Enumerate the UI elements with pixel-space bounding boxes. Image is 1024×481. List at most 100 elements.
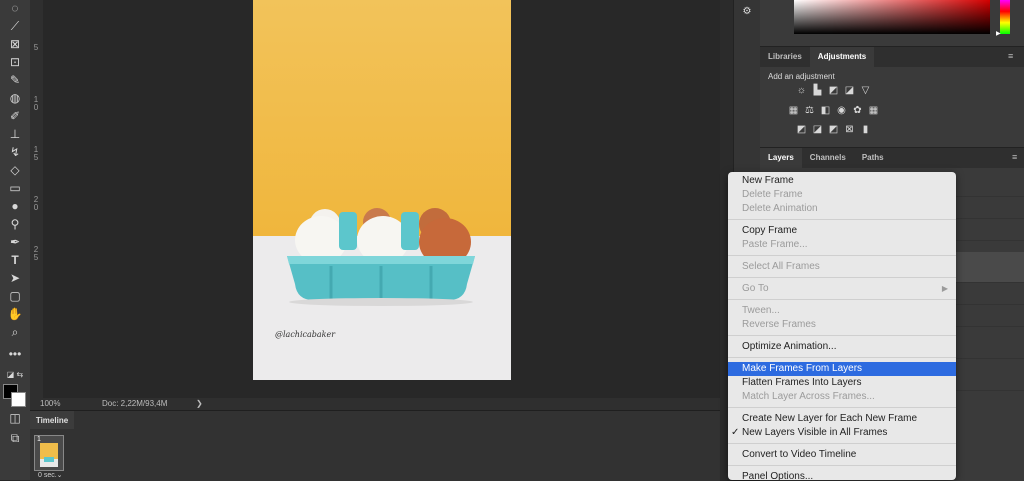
- background-color-swatch[interactable]: [11, 392, 26, 407]
- checkmark-icon: ✓: [731, 427, 740, 438]
- gradient-tool-icon[interactable]: ▭: [5, 180, 25, 196]
- clone-stamp-tool-icon[interactable]: ⊥: [5, 126, 25, 142]
- blur-tool-icon[interactable]: ●: [5, 198, 25, 214]
- invert-icon[interactable]: ◩: [796, 124, 807, 135]
- document-image[interactable]: @lachicabaker: [253, 0, 511, 380]
- menu-item-delete-animation[interactable]: Delete Animation: [728, 202, 956, 216]
- menu-item-match-layer-across-frames[interactable]: Match Layer Across Frames...: [728, 390, 956, 404]
- gradient-map-icon[interactable]: ▮: [860, 124, 871, 135]
- add-adjustment-label: Add an adjustment: [768, 72, 835, 81]
- status-menu-arrow-icon[interactable]: ❯: [196, 399, 203, 408]
- hand-tool-icon[interactable]: ✋: [5, 306, 25, 322]
- tab-adjustments[interactable]: Adjustments: [809, 47, 875, 67]
- more-tools-icon[interactable]: •••: [5, 346, 25, 362]
- threshold-icon[interactable]: ◩: [828, 124, 839, 135]
- exposure-icon[interactable]: ◪: [844, 85, 855, 96]
- black-white-icon[interactable]: ◧: [820, 105, 831, 116]
- photo-filter-icon[interactable]: ◉: [836, 105, 847, 116]
- crop-tool-icon[interactable]: ⊠: [5, 36, 25, 52]
- menu-item-convert-to-video-timeline[interactable]: Convert to Video Timeline: [728, 448, 956, 462]
- menu-separator: [728, 299, 956, 300]
- brush-tool-icon[interactable]: ✐: [5, 108, 25, 124]
- zoom-tool-icon[interactable]: ⌕: [5, 324, 25, 340]
- curves-icon[interactable]: ◩: [828, 85, 839, 96]
- ruler-mark: 2 0: [33, 195, 39, 212]
- tab-channels[interactable]: Channels: [802, 148, 854, 168]
- frame-delay[interactable]: 0 sec.⌄: [38, 471, 63, 479]
- menu-separator: [728, 335, 956, 336]
- frame-thumbnail: [40, 443, 58, 467]
- menu-separator: [728, 443, 956, 444]
- color-lookup-icon[interactable]: ▦: [868, 105, 879, 116]
- vertical-ruler: 5 1 0 1 5 2 0 2 5: [30, 0, 44, 400]
- menu-separator: [728, 407, 956, 408]
- healing-brush-tool-icon[interactable]: ◍: [5, 90, 25, 106]
- menu-item-copy-frame[interactable]: Copy Frame: [728, 224, 956, 238]
- menu-item-panel-options[interactable]: Panel Options...: [728, 470, 956, 480]
- menu-item-new-layers-visible-all-frames[interactable]: ✓ New Layers Visible in All Frames: [728, 426, 956, 440]
- timeline-panel: Timeline 1 0 sec.⌄: [30, 410, 720, 481]
- channel-mixer-icon[interactable]: ✿: [852, 105, 863, 116]
- path-selection-tool-icon[interactable]: ➤: [5, 270, 25, 286]
- menu-item-tween[interactable]: Tween...: [728, 304, 956, 318]
- brightness-contrast-icon[interactable]: ☼: [796, 85, 807, 96]
- menu-item-paste-frame[interactable]: Paste Frame...: [728, 238, 956, 252]
- timeline-context-menu: New Frame Delete Frame Delete Animation …: [728, 172, 956, 480]
- lasso-tool-icon[interactable]: ◌: [5, 0, 25, 16]
- menu-item-new-frame[interactable]: New Frame: [728, 174, 956, 188]
- menu-item-go-to[interactable]: Go To ▶: [728, 282, 956, 296]
- menu-item-delete-frame[interactable]: Delete Frame: [728, 188, 956, 202]
- eraser-tool-icon[interactable]: ◇: [5, 162, 25, 178]
- rectangle-tool-icon[interactable]: ▢: [5, 288, 25, 304]
- color-picker-field[interactable]: [794, 0, 990, 34]
- ruler-mark: 1 5: [33, 145, 39, 162]
- vibrance-icon[interactable]: ▽: [860, 85, 871, 96]
- doc-size: Doc: 2,22M/93,4M: [102, 399, 168, 408]
- quick-selection-tool-icon[interactable]: ⟋: [5, 18, 25, 34]
- levels-icon[interactable]: ▙: [812, 85, 823, 96]
- status-bar: 100% Doc: 2,22M/93,4M ❯: [30, 398, 720, 410]
- tab-paths[interactable]: Paths: [854, 148, 892, 168]
- menu-item-flatten-frames-into-layers[interactable]: Flatten Frames Into Layers: [728, 376, 956, 390]
- menu-separator: [728, 219, 956, 220]
- hue-saturation-icon[interactable]: ▦: [788, 105, 799, 116]
- history-brush-tool-icon[interactable]: ↯: [5, 144, 25, 160]
- menu-item-select-all-frames[interactable]: Select All Frames: [728, 260, 956, 274]
- adjustments-panel: Libraries Adjustments ≡ Add an adjustmen…: [760, 46, 1024, 147]
- frame-number: 1: [37, 436, 41, 443]
- zoom-level[interactable]: 100%: [40, 399, 60, 408]
- animation-frame[interactable]: 1: [34, 435, 64, 471]
- ruler-mark: 1 0: [33, 95, 39, 112]
- panel-menu-icon[interactable]: ≡: [1008, 51, 1013, 61]
- selective-color-icon[interactable]: ⊠: [844, 124, 855, 135]
- screen-mode-icon[interactable]: ⧉: [5, 430, 25, 446]
- color-panel: ▶: [760, 0, 1024, 46]
- menu-item-reverse-frames[interactable]: Reverse Frames: [728, 318, 956, 332]
- default-colors-icon[interactable]: ◪ ⇆: [5, 366, 25, 382]
- eyedropper-tool-icon[interactable]: ✎: [5, 72, 25, 88]
- menu-item-make-frames-from-layers[interactable]: Make Frames From Layers: [728, 362, 956, 376]
- panel-menu-icon[interactable]: ≡: [1012, 152, 1017, 162]
- tab-timeline[interactable]: Timeline: [30, 411, 74, 429]
- tab-layers[interactable]: Layers: [760, 148, 802, 168]
- egg-carton-photo: [253, 0, 511, 380]
- menu-item-optimize-animation[interactable]: Optimize Animation...: [728, 340, 956, 354]
- dodge-tool-icon[interactable]: ⚲: [5, 216, 25, 232]
- tools-panel: ◌ ⟋ ⊠ ⊡ ✎ ◍ ✐ ⊥ ↯ ◇ ▭ ● ⚲ ✒ T ➤ ▢ ✋ ⌕ ••…: [0, 0, 31, 480]
- pen-tool-icon[interactable]: ✒: [5, 234, 25, 250]
- ruler-mark: 2 5: [33, 245, 39, 262]
- properties-panel-icon[interactable]: ⚙: [740, 6, 754, 20]
- hue-slider-handle-icon[interactable]: ▶: [996, 30, 1001, 37]
- color-balance-icon[interactable]: ⚖: [804, 105, 815, 116]
- menu-separator: [728, 255, 956, 256]
- menu-item-create-new-layer-each-frame[interactable]: Create New Layer for Each New Frame: [728, 412, 956, 426]
- tab-libraries[interactable]: Libraries: [760, 47, 810, 67]
- submenu-arrow-icon: ▶: [941, 284, 948, 293]
- frame-tool-icon[interactable]: ⊡: [5, 54, 25, 70]
- menu-separator: [728, 465, 956, 466]
- type-tool-icon[interactable]: T: [5, 252, 25, 268]
- menu-separator: [728, 277, 956, 278]
- quick-mask-icon[interactable]: ◫: [5, 410, 25, 426]
- hue-slider[interactable]: [1000, 0, 1010, 34]
- posterize-icon[interactable]: ◪: [812, 124, 823, 135]
